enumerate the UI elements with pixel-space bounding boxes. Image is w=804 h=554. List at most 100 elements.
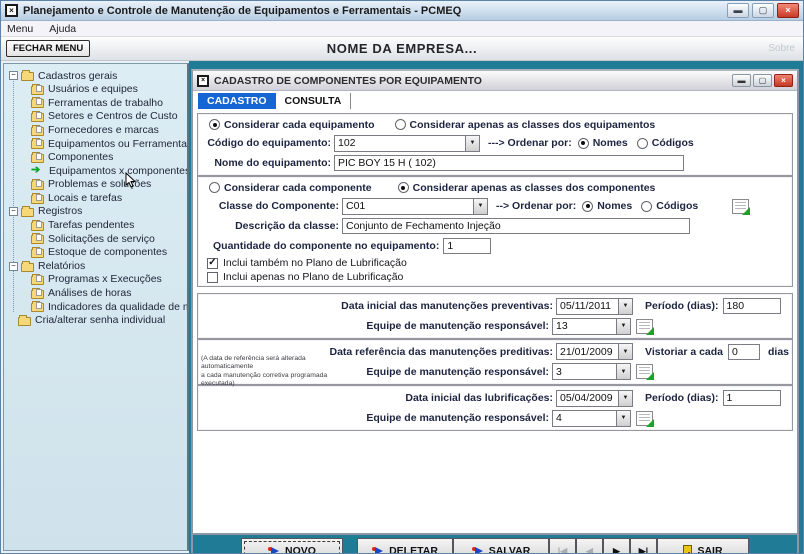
tree-item-registros[interactable]: Registros <box>4 205 187 219</box>
tree-item-equipamentos-ou-ferramentas[interactable]: Equipamentos ou Ferramentas <box>4 137 187 151</box>
folder-icon <box>21 263 34 272</box>
tree-item-fornecedores-e-marcas[interactable]: Fornecedores e marcas <box>4 123 187 137</box>
data-lubrificacoes-value: 05/04/2009 <box>556 390 618 407</box>
fechar-menu-button[interactable]: FECHAR MENU <box>6 40 90 57</box>
child-window-title: CADASTRO DE COMPONENTES POR EQUIPAMENTO <box>214 75 482 87</box>
tree-item-indicadores-da-qualidade[interactable]: Indicadores da qualidade de manut <box>4 300 187 314</box>
checkbox-inclui-apenas[interactable] <box>207 272 218 283</box>
tree-item-relatorios[interactable]: Relatórios <box>4 259 187 273</box>
tree-item-setores-e-centros-de-custo[interactable]: Setores e Centros de Custo <box>4 110 187 124</box>
equipe-lubrificacoes-select[interactable]: 4 <box>552 410 631 427</box>
close-icon[interactable]: × <box>777 3 799 18</box>
nome-equipamento-field[interactable]: PIC BOY 15 H ( 102) <box>334 155 684 171</box>
codigo-equipamento-value: 102 <box>334 135 465 152</box>
vistoriar-field[interactable]: 0 <box>728 344 760 360</box>
first-record-button[interactable]: |◀ <box>549 538 576 553</box>
equipe-preditivas-select[interactable]: 3 <box>552 363 631 380</box>
data-preventivas-select[interactable]: 05/11/2011 <box>556 298 633 315</box>
folder-icon <box>31 154 44 163</box>
collapse-icon[interactable] <box>9 71 18 80</box>
periodo-preventivas-field[interactable]: 180 <box>723 298 781 314</box>
chevron-down-icon[interactable] <box>618 390 633 407</box>
tree-item-cria-alterar-senha[interactable]: Cria/alterar senha individual <box>4 314 187 328</box>
radio-ordenar-nomes-equipamento[interactable] <box>578 138 589 149</box>
maximize-icon[interactable]: ▢ <box>752 3 774 18</box>
mdi-area: × CADASTRO DE COMPONENTES POR EQUIPAMENT… <box>189 61 803 553</box>
tree-item-cadastros-gerais[interactable]: Cadastros gerais <box>4 69 187 83</box>
radio-ordenar-nomes-componente[interactable] <box>582 201 593 212</box>
tree-item-problemas-e-solucoes[interactable]: Problemas e soluções <box>4 178 187 192</box>
menu-item-menu[interactable]: Menu <box>7 23 33 35</box>
checkbox-inclui-tambem[interactable] <box>207 258 218 269</box>
data-lubrificacoes-label: Data inicial das lubrificações: <box>201 392 553 404</box>
tab-consulta[interactable]: CONSULTA <box>276 93 352 110</box>
tree-item-label: Equipamentos x componentes <box>49 166 189 177</box>
classe-lookup-icon[interactable] <box>732 199 749 214</box>
child-minimize-icon[interactable]: ▬ <box>732 74 751 87</box>
child-maximize-icon[interactable]: ▢ <box>753 74 772 87</box>
quantidade-field[interactable]: 1 <box>443 238 491 254</box>
folder-icon <box>21 72 34 81</box>
classe-componente-select[interactable]: C01 <box>342 198 488 215</box>
radio-ordenar-codigos-componente[interactable] <box>641 201 652 212</box>
sair-button[interactable]: SAIR <box>657 538 749 553</box>
last-record-button[interactable]: ▶| <box>630 538 657 553</box>
tree-item-label: Estoque de componentes <box>48 247 167 258</box>
tree-item-label: Cria/alterar senha individual <box>35 315 165 326</box>
radio-ordenar-codigos-equipamento[interactable] <box>637 138 648 149</box>
menubar: Menu Ajuda <box>1 21 803 37</box>
periodo-preventivas-label: Período (dias): <box>645 300 719 312</box>
previous-record-button[interactable]: ◀ <box>576 538 603 553</box>
tree-item-equipamentos-x-componentes[interactable]: ➔ Equipamentos x componentes <box>4 164 187 178</box>
exit-door-icon <box>683 545 692 554</box>
tree-item-tarefas-pendentes[interactable]: Tarefas pendentes <box>4 219 187 233</box>
tab-cadastro[interactable]: CADASTRO <box>198 93 276 110</box>
radio-considerar-classes-equipamentos[interactable] <box>395 119 406 130</box>
data-lubrificacoes-select[interactable]: 05/04/2009 <box>556 390 633 407</box>
menu-item-ajuda[interactable]: Ajuda <box>49 23 76 35</box>
tree-item-ferramentas-de-trabalho[interactable]: Ferramentas de trabalho <box>4 96 187 110</box>
radio-considerar-classes-componentes[interactable] <box>398 182 409 193</box>
selected-item-arrow-icon: ➔ <box>31 165 47 176</box>
equipe-lookup-icon[interactable] <box>636 319 653 334</box>
tree-item-analises-de-horas[interactable]: Análises de horas <box>4 287 187 301</box>
periodo-lubrificacoes-field[interactable]: 1 <box>723 390 781 406</box>
tree-item-label: Setores e Centros de Custo <box>48 111 178 122</box>
chevron-down-icon[interactable] <box>465 135 480 152</box>
tree-item-componentes[interactable]: Componentes <box>4 151 187 165</box>
radio-label: Considerar cada componente <box>224 182 372 194</box>
sobre-label[interactable]: Sobre <box>768 43 803 54</box>
tree-item-estoque-de-componentes[interactable]: Estoque de componentes <box>4 246 187 260</box>
novo-button[interactable]: NOVO <box>241 538 343 553</box>
equipe-preditivas-label: Equipe de manutenção responsável: <box>346 366 549 378</box>
tree-item-usuarios-e-equipes[interactable]: Usuários e equipes <box>4 83 187 97</box>
codigo-equipamento-select[interactable]: 102 <box>334 135 480 152</box>
radio-considerar-cada-componente[interactable] <box>209 182 220 193</box>
chevron-down-icon[interactable] <box>618 298 633 315</box>
child-close-icon[interactable]: × <box>774 74 793 87</box>
folder-icon <box>31 276 44 285</box>
salvar-button[interactable]: SALVAR <box>453 538 549 553</box>
next-record-button[interactable]: ▶ <box>603 538 630 553</box>
collapse-icon[interactable] <box>9 262 18 271</box>
chevron-down-icon[interactable] <box>473 198 488 215</box>
descricao-classe-field[interactable]: Conjunto de Fechamento Injeção <box>342 218 690 234</box>
chevron-down-icon[interactable] <box>618 343 633 360</box>
classe-componente-value: C01 <box>342 198 473 215</box>
data-preditivas-select[interactable]: 21/01/2009 <box>556 343 633 360</box>
tree-item-programas-x-execucoes[interactable]: Programas x Execuções <box>4 273 187 287</box>
collapse-icon[interactable] <box>9 207 18 216</box>
radio-considerar-cada-equipamento[interactable] <box>209 119 220 130</box>
chevron-down-icon[interactable] <box>616 363 631 380</box>
data-preditivas-value: 21/01/2009 <box>556 343 618 360</box>
chevron-down-icon[interactable] <box>616 318 631 335</box>
equipe-lookup-icon[interactable] <box>636 411 653 426</box>
minimize-icon[interactable]: ▬ <box>727 3 749 18</box>
tree-item-locais-e-tarefas[interactable]: Locais e tarefas <box>4 191 187 205</box>
chevron-down-icon[interactable] <box>616 410 631 427</box>
equipe-lookup-icon[interactable] <box>636 364 653 379</box>
tree-item-solicitacoes-de-servico[interactable]: Solicitações de serviço <box>4 232 187 246</box>
equipe-preventivas-select[interactable]: 13 <box>552 318 631 335</box>
deletar-button[interactable]: DELETAR <box>357 538 453 553</box>
preventivas-group: Data inicial das manutenções preventivas… <box>197 293 793 339</box>
